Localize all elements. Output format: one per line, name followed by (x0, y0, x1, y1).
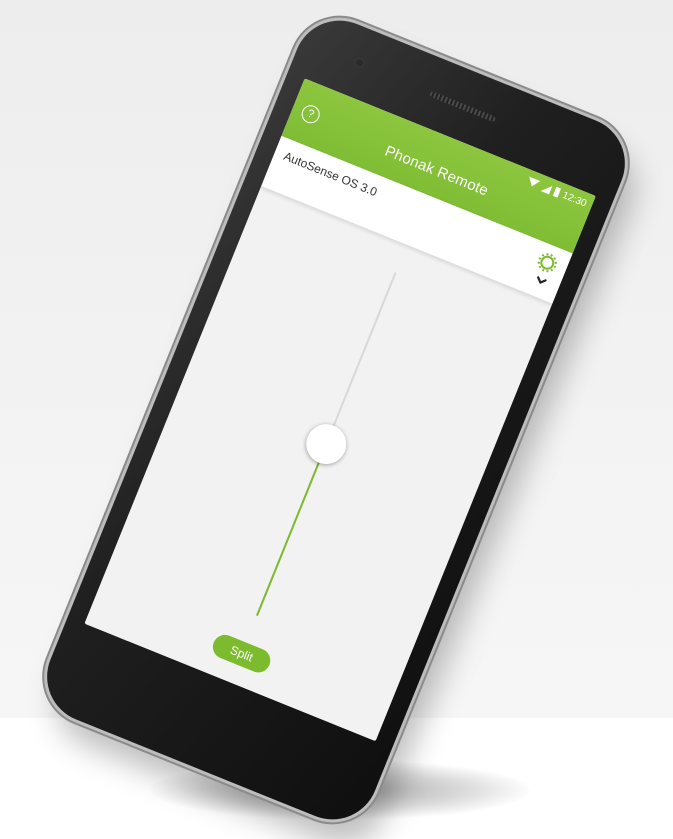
battery-icon (552, 186, 562, 198)
slider-thumb[interactable] (300, 418, 353, 471)
wifi-icon (526, 176, 541, 189)
slider-fill (256, 443, 328, 617)
status-time: 12:30 (560, 189, 589, 210)
signal-icon (540, 182, 553, 194)
chevron-down-icon[interactable] (532, 272, 550, 290)
